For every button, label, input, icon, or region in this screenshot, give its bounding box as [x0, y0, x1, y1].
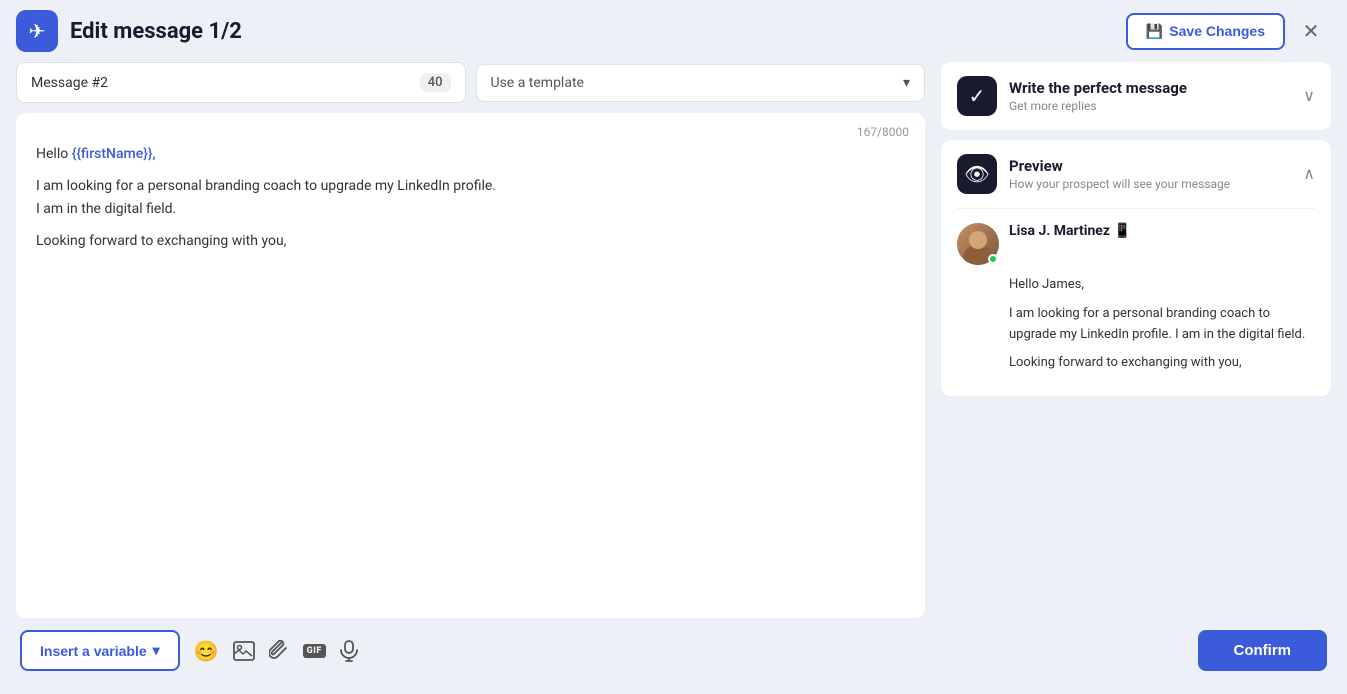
- insert-variable-label: Insert a variable: [40, 643, 147, 659]
- editor-line-2: I am looking for a personal branding coa…: [36, 175, 905, 220]
- write-message-header: ✓ Write the perfect message Get more rep…: [957, 76, 1315, 116]
- preview-header-left: 👁 Preview How your prospect will see you…: [957, 154, 1230, 194]
- left-column: Message #2 40 Use a template ▾ 167/8000 …: [16, 62, 925, 618]
- message-label-box: Message #2 40: [16, 62, 466, 103]
- preview-message: Hello James, I am looking for a personal…: [957, 275, 1315, 374]
- preview-text: Preview How your prospect will see your …: [1009, 157, 1230, 191]
- image-icon[interactable]: [233, 641, 255, 661]
- app-logo-icon: ✈: [16, 10, 58, 52]
- emoji-icon[interactable]: 😊: [194, 639, 219, 663]
- save-changes-button[interactable]: 💾 Save Changes: [1126, 13, 1285, 50]
- char-count-badge: 40: [420, 73, 451, 92]
- top-right-actions: 💾 Save Changes ✕: [1126, 13, 1327, 50]
- title-area: ✈ Edit message 1/2: [16, 10, 242, 52]
- preview-subtitle: How your prospect will see your message: [1009, 177, 1230, 191]
- chevron-down-icon: ▾: [903, 75, 910, 91]
- main-content: Message #2 40 Use a template ▾ 167/8000 …: [0, 62, 1347, 618]
- bottom-bar: Insert a variable ▾ 😊 GIF: [0, 618, 1347, 683]
- editor-area[interactable]: 167/8000 Hello {{firstName}}, I am looki…: [16, 113, 925, 618]
- bottom-left-actions: Insert a variable ▾ 😊 GIF: [20, 630, 358, 671]
- gif-icon[interactable]: GIF: [303, 644, 326, 658]
- message-label: Message #2: [31, 75, 108, 91]
- preview-title: Preview: [1009, 157, 1230, 175]
- prospect-name: Lisa J. Martinez 📱: [1009, 223, 1131, 239]
- insert-variable-button[interactable]: Insert a variable ▾: [20, 630, 180, 671]
- editor-text: Hello {{firstName}}, I am looking for a …: [36, 143, 905, 253]
- controls-row: Message #2 40 Use a template ▾: [16, 62, 925, 103]
- attachment-icon[interactable]: [269, 640, 289, 662]
- template-placeholder: Use a template: [491, 75, 584, 91]
- write-message-title: Write the perfect message: [1009, 79, 1187, 97]
- toolbar-icons: 😊 GIF: [194, 639, 358, 663]
- chevron-down-icon: ▾: [153, 642, 160, 659]
- preview-content: Lisa J. Martinez 📱 Hello James, I am loo…: [957, 208, 1315, 374]
- avatar-wrap: [957, 223, 999, 265]
- preview-icon: 👁: [957, 154, 997, 194]
- mic-icon[interactable]: [340, 640, 358, 662]
- prospect-row: Lisa J. Martinez 📱: [957, 223, 1315, 265]
- char-limit-info: 167/8000: [857, 123, 909, 142]
- write-message-subtitle: Get more replies: [1009, 99, 1187, 113]
- template-select[interactable]: Use a template ▾: [476, 64, 926, 102]
- page-title: Edit message 1/2: [70, 19, 242, 44]
- write-message-collapse-button[interactable]: ∨: [1303, 86, 1315, 106]
- editor-line-3: Looking forward to exchanging with you,: [36, 230, 905, 252]
- preview-panel: 👁 Preview How your prospect will see you…: [941, 140, 1331, 396]
- preview-collapse-button[interactable]: ∧: [1303, 164, 1315, 184]
- preview-line-2: I am looking for a personal branding coa…: [1009, 304, 1315, 346]
- preview-header: 👁 Preview How your prospect will see you…: [957, 154, 1315, 194]
- right-column: ✓ Write the perfect message Get more rep…: [941, 62, 1331, 618]
- write-message-header-left: ✓ Write the perfect message Get more rep…: [957, 76, 1187, 116]
- preview-line-3: Looking forward to exchanging with you,: [1009, 353, 1315, 374]
- save-icon: 💾: [1146, 23, 1163, 40]
- write-message-text: Write the perfect message Get more repli…: [1009, 79, 1187, 113]
- confirm-button[interactable]: Confirm: [1198, 630, 1328, 671]
- firstname-variable: {{firstName}},: [72, 146, 156, 162]
- write-message-icon: ✓: [957, 76, 997, 116]
- online-indicator: [988, 254, 998, 264]
- write-message-panel: ✓ Write the perfect message Get more rep…: [941, 62, 1331, 130]
- preview-line-1: Hello James,: [1009, 275, 1315, 296]
- editor-line-1: Hello {{firstName}},: [36, 143, 905, 165]
- close-button[interactable]: ✕: [1295, 15, 1327, 47]
- top-bar: ✈ Edit message 1/2 💾 Save Changes ✕: [0, 0, 1347, 62]
